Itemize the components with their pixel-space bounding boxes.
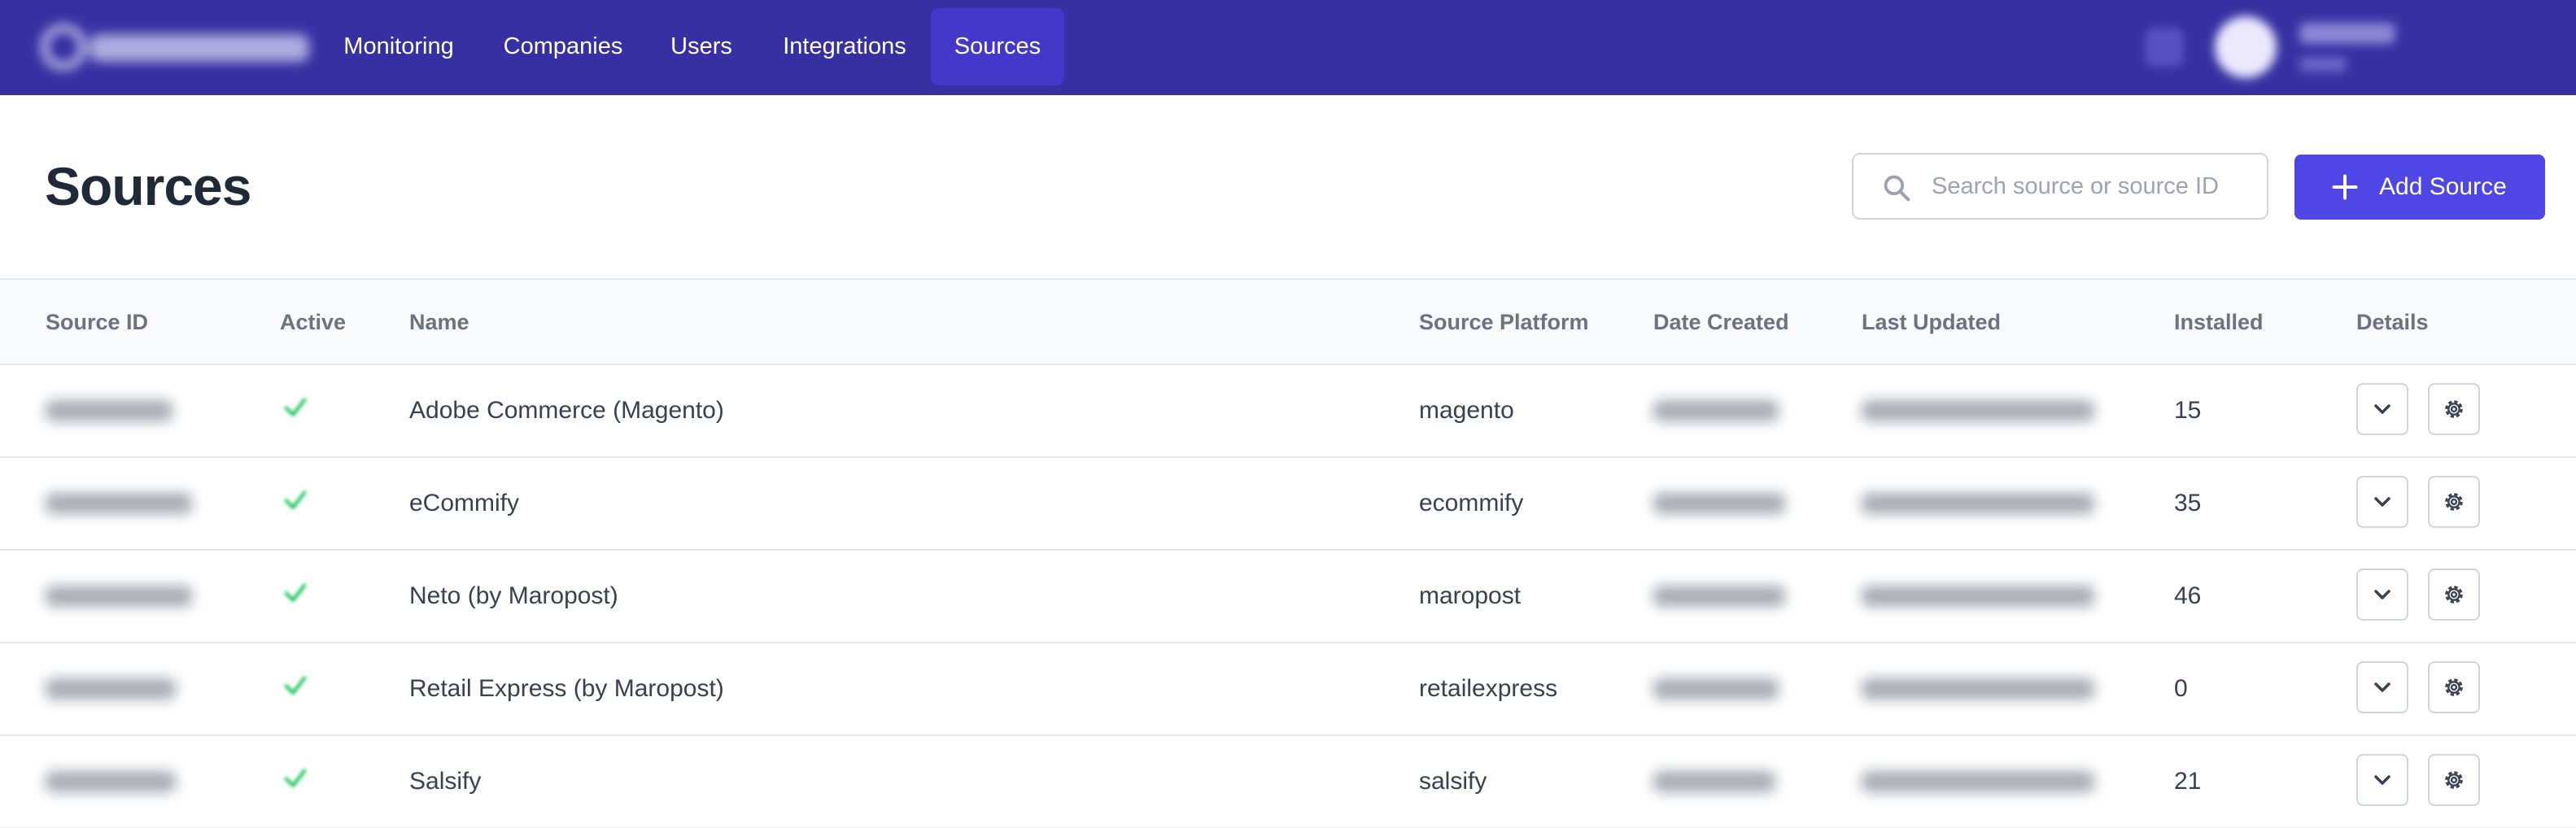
column-header-name[interactable]: Name: [409, 280, 469, 364]
source-platform: retailexpress: [1419, 675, 1558, 702]
settings-button[interactable]: [2428, 569, 2480, 621]
table-row: Retail Express (by Maropost) retailexpre…: [0, 643, 2576, 736]
last-updated-cell: [1862, 678, 2094, 699]
column-header-source-platform[interactable]: Source Platform: [1419, 280, 1589, 364]
chevron-down-icon: [2374, 682, 2390, 692]
last-updated-cell: [1862, 586, 2094, 607]
nav-item-users[interactable]: Users: [656, 8, 747, 85]
date-created-cell: [1653, 586, 1785, 607]
avatar[interactable]: [2215, 16, 2277, 78]
expand-button[interactable]: [2356, 661, 2408, 713]
source-id-cell: [46, 678, 176, 699]
source-name: Neto (by Maropost): [409, 582, 618, 609]
brand-logo[interactable]: [41, 20, 309, 72]
expand-button[interactable]: [2356, 476, 2408, 528]
source-id-cell: [46, 586, 192, 607]
installed-count: 35: [2174, 490, 2202, 516]
installed-count: 21: [2174, 768, 2202, 795]
date-created-cell: [1653, 771, 1775, 792]
gear-icon: [2445, 493, 2463, 511]
source-name: Retail Express (by Maropost): [409, 675, 724, 702]
gear-icon: [2445, 400, 2463, 418]
chevron-down-icon: [2374, 404, 2390, 414]
source-name: Adobe Commerce (Magento): [409, 397, 724, 424]
installed-count: 0: [2174, 675, 2188, 702]
page-title: Sources: [45, 156, 251, 216]
source-name: eCommify: [409, 490, 520, 516]
table-row: Salsify salsify 21: [0, 736, 2576, 828]
gear-icon: [2445, 586, 2463, 604]
column-header-last-updated[interactable]: Last Updated: [1862, 280, 2001, 364]
user-name[interactable]: [2299, 23, 2395, 44]
installed-count: 15: [2174, 397, 2202, 424]
settings-button[interactable]: [2428, 476, 2480, 528]
column-header-installed[interactable]: Installed: [2174, 280, 2264, 364]
column-header-active[interactable]: Active: [280, 280, 346, 364]
check-icon: [284, 676, 307, 695]
search-box[interactable]: [1852, 153, 2268, 220]
add-source-label: Add Source: [2379, 173, 2507, 200]
gear-icon: [2445, 678, 2463, 696]
nav-item-sources[interactable]: Sources: [931, 8, 1064, 85]
search-icon: [1884, 175, 1910, 202]
add-source-button[interactable]: Add Source: [2294, 155, 2545, 220]
last-updated-cell: [1862, 771, 2094, 792]
expand-button[interactable]: [2356, 383, 2408, 435]
top-navbar: Monitoring Companies Users Integrations …: [0, 0, 2576, 95]
source-platform: magento: [1419, 397, 1514, 424]
nav-item-monitoring[interactable]: Monitoring: [325, 8, 472, 85]
table-row: eCommify ecommify 35: [0, 458, 2576, 551]
chevron-down-icon: [2374, 497, 2390, 507]
source-platform: ecommify: [1419, 490, 1524, 516]
settings-button[interactable]: [2428, 661, 2480, 713]
chevron-down-icon: [2374, 775, 2390, 785]
source-id-cell: [46, 400, 172, 421]
nav-item-companies[interactable]: Companies: [488, 8, 638, 85]
column-header-details: Details: [2356, 310, 2429, 334]
nav-item-integrations[interactable]: Integrations: [765, 8, 924, 85]
settings-button[interactable]: [2428, 383, 2480, 435]
check-icon: [284, 769, 307, 788]
last-updated-cell: [1862, 400, 2094, 421]
date-created-cell: [1653, 400, 1779, 421]
source-id-cell: [46, 493, 192, 514]
search-input[interactable]: [1932, 155, 2257, 218]
source-platform: maropost: [1419, 582, 1522, 609]
user-role: [2299, 57, 2347, 72]
installed-count: 46: [2174, 582, 2202, 609]
gear-icon: [2445, 771, 2463, 789]
source-platform: salsify: [1419, 768, 1487, 795]
last-updated-cell: [1862, 493, 2094, 514]
date-created-cell: [1653, 678, 1779, 699]
chevron-down-icon: [2374, 590, 2390, 599]
column-header-source-id[interactable]: Source ID: [46, 280, 148, 364]
plus-icon: [2332, 174, 2358, 200]
source-id-cell: [46, 771, 176, 792]
settings-button[interactable]: [2428, 754, 2480, 806]
expand-button[interactable]: [2356, 569, 2408, 621]
notifications-icon[interactable]: [2145, 28, 2184, 67]
date-created-cell: [1653, 493, 1785, 514]
check-icon: [284, 398, 307, 417]
table-header: Source ID Active Name Source Platform Da…: [0, 278, 2576, 365]
expand-button[interactable]: [2356, 754, 2408, 806]
check-icon: [284, 583, 307, 603]
table-row: Adobe Commerce (Magento) magento 15: [0, 365, 2576, 458]
source-name: Salsify: [409, 768, 482, 795]
column-header-date-created[interactable]: Date Created: [1653, 280, 1789, 364]
table-row: Neto (by Maropost) maropost 46: [0, 551, 2576, 643]
check-icon: [284, 490, 307, 510]
